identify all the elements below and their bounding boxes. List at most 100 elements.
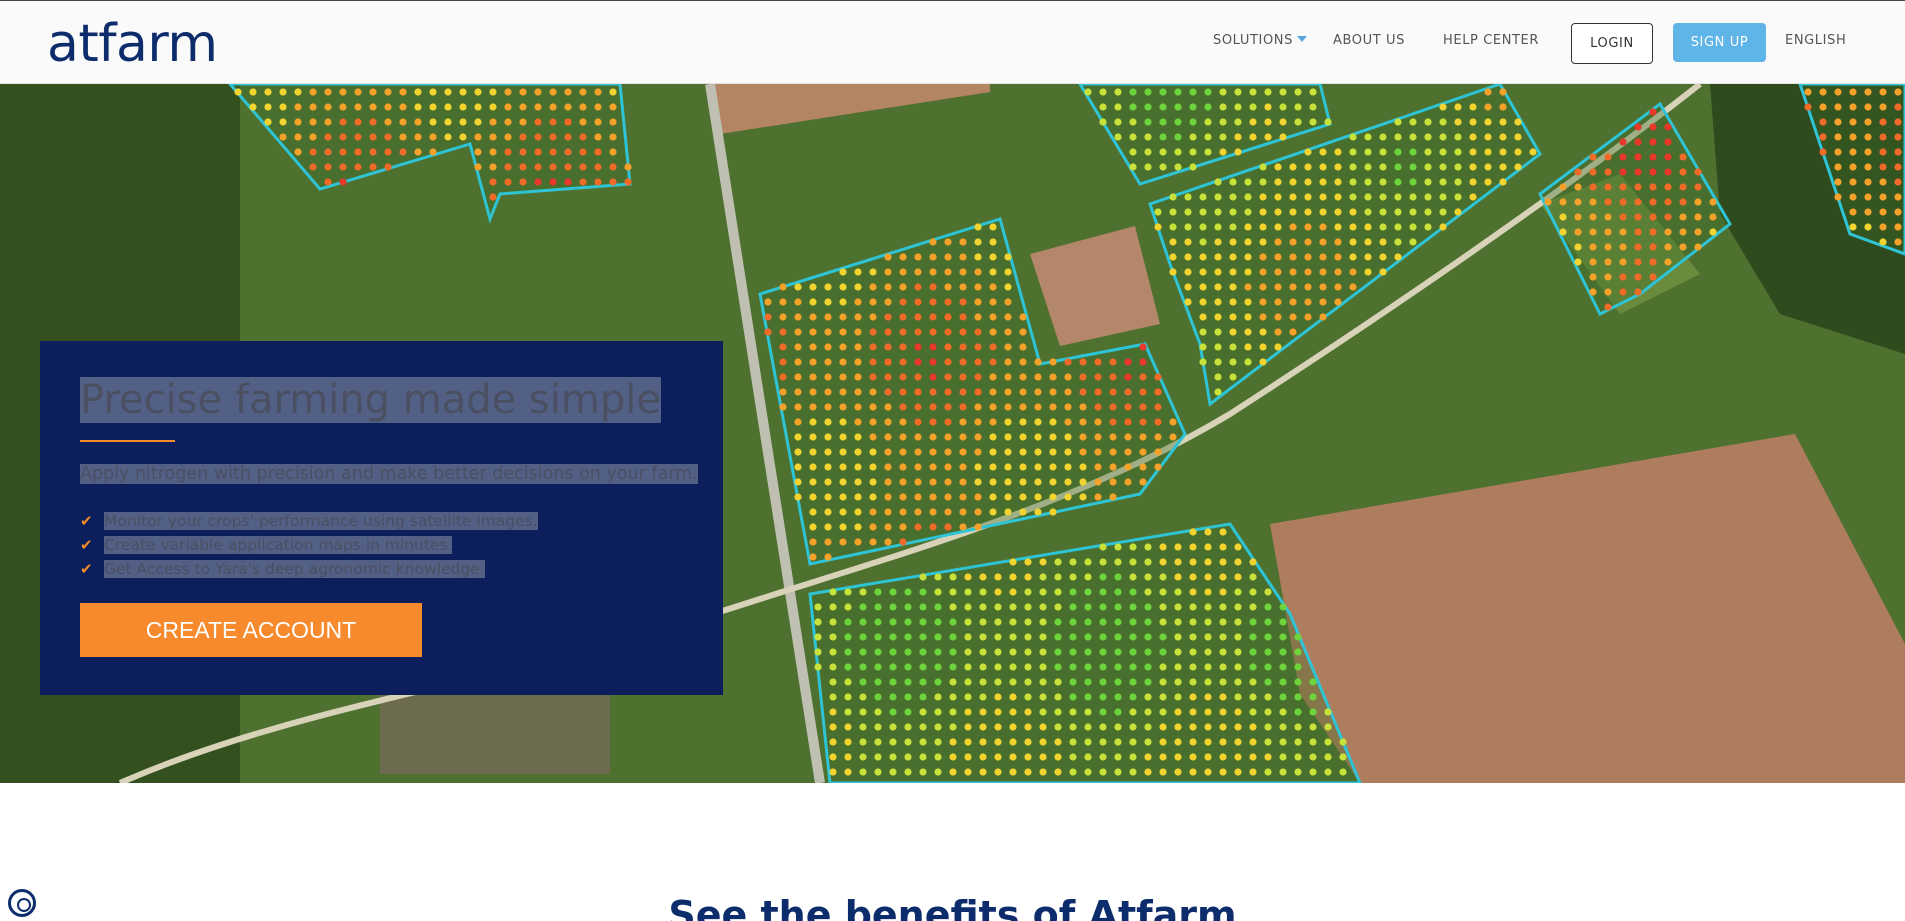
map-dot bbox=[1259, 358, 1267, 366]
map-dot bbox=[1204, 678, 1212, 686]
map-dot bbox=[989, 418, 997, 426]
map-dot bbox=[934, 738, 942, 746]
map-dot bbox=[1249, 133, 1257, 141]
map-dot bbox=[1279, 133, 1287, 141]
map-dot bbox=[1199, 223, 1207, 231]
map-dot bbox=[1439, 193, 1447, 201]
map-dot bbox=[904, 693, 912, 701]
map-dot bbox=[919, 768, 927, 776]
nav-about-us[interactable]: ABOUT US bbox=[1333, 33, 1405, 48]
language-selector[interactable]: ENGLISH bbox=[1785, 33, 1846, 48]
map-dot bbox=[964, 588, 972, 596]
map-dot bbox=[779, 373, 787, 381]
map-dot bbox=[1709, 228, 1717, 236]
map-dot bbox=[824, 373, 832, 381]
map-dot bbox=[1079, 373, 1087, 381]
map-dot bbox=[914, 418, 922, 426]
map-dot bbox=[1339, 738, 1347, 746]
map-dot bbox=[1109, 493, 1117, 501]
map-dot bbox=[1589, 273, 1597, 281]
map-dot bbox=[949, 753, 957, 761]
map-dot bbox=[1004, 313, 1012, 321]
nav-help-center[interactable]: HELP CENTER bbox=[1443, 33, 1539, 48]
nav-solutions[interactable]: SOLUTIONS bbox=[1213, 33, 1307, 48]
map-dot bbox=[919, 693, 927, 701]
map-dot bbox=[1139, 433, 1147, 441]
map-dot bbox=[1424, 178, 1432, 186]
map-dot bbox=[1484, 133, 1492, 141]
map-dot bbox=[294, 148, 302, 156]
map-dot bbox=[1894, 133, 1902, 141]
map-dot bbox=[1289, 238, 1297, 246]
map-dot bbox=[1114, 103, 1122, 111]
map-dot bbox=[1154, 463, 1162, 471]
map-dot bbox=[1439, 178, 1447, 186]
map-dot bbox=[1144, 678, 1152, 686]
map-dot bbox=[829, 618, 837, 626]
map-dot bbox=[1069, 768, 1077, 776]
map-dot bbox=[1004, 418, 1012, 426]
map-dot bbox=[1649, 213, 1657, 221]
map-dot bbox=[1304, 178, 1312, 186]
map-dot bbox=[1094, 358, 1102, 366]
map-dot bbox=[1204, 693, 1212, 701]
map-dot bbox=[1129, 678, 1137, 686]
map-dot bbox=[1024, 603, 1032, 611]
map-dot bbox=[1304, 193, 1312, 201]
map-dot bbox=[1094, 373, 1102, 381]
map-dot bbox=[974, 238, 982, 246]
map-dot bbox=[854, 298, 862, 306]
map-dot bbox=[794, 388, 802, 396]
map-dot bbox=[1279, 618, 1287, 626]
map-dot bbox=[474, 148, 482, 156]
map-dot bbox=[609, 88, 617, 96]
map-dot bbox=[324, 163, 332, 171]
map-dot bbox=[1219, 708, 1227, 716]
map-dot bbox=[1364, 208, 1372, 216]
map-dot bbox=[369, 118, 377, 126]
map-dot bbox=[1034, 418, 1042, 426]
map-dot bbox=[844, 723, 852, 731]
map-dot bbox=[1204, 528, 1212, 536]
map-dot bbox=[1679, 153, 1687, 161]
map-dot bbox=[1469, 148, 1477, 156]
map-dot bbox=[869, 508, 877, 516]
map-dot bbox=[1454, 103, 1462, 111]
signup-button[interactable]: SIGN UP bbox=[1673, 23, 1766, 62]
map-dot bbox=[1264, 708, 1272, 716]
map-dot bbox=[1009, 573, 1017, 581]
map-dot bbox=[874, 603, 882, 611]
benefits-title: See the benefits of Atfarm bbox=[668, 893, 1237, 921]
map-dot bbox=[814, 603, 822, 611]
map-dot bbox=[1589, 213, 1597, 221]
map-dot bbox=[974, 268, 982, 276]
map-dot bbox=[1219, 678, 1227, 686]
map-dot bbox=[1079, 418, 1087, 426]
map-dot bbox=[1264, 693, 1272, 701]
map-dot bbox=[369, 133, 377, 141]
create-account-button[interactable]: CREATE ACCOUNT bbox=[80, 603, 422, 657]
map-dot bbox=[1174, 543, 1182, 551]
map-dot bbox=[1879, 148, 1887, 156]
map-dot bbox=[974, 283, 982, 291]
map-dot bbox=[1174, 588, 1182, 596]
map-dot bbox=[1679, 213, 1687, 221]
map-dot bbox=[1004, 403, 1012, 411]
map-dot bbox=[1204, 543, 1212, 551]
map-dot bbox=[1039, 723, 1047, 731]
map-dot bbox=[429, 148, 437, 156]
map-dot bbox=[1154, 388, 1162, 396]
map-dot bbox=[1649, 228, 1657, 236]
atfarm-logo[interactable]: atfarm bbox=[47, 9, 218, 79]
map-dot bbox=[1324, 753, 1332, 761]
map-dot bbox=[1309, 693, 1317, 701]
map-dot bbox=[594, 163, 602, 171]
map-dot bbox=[1294, 633, 1302, 641]
map-dot bbox=[1249, 693, 1257, 701]
map-dot bbox=[459, 103, 467, 111]
map-dot bbox=[1054, 603, 1062, 611]
map-dot bbox=[1484, 178, 1492, 186]
login-button[interactable]: LOGIN bbox=[1571, 23, 1653, 64]
map-dot bbox=[1294, 648, 1302, 656]
map-dot bbox=[914, 403, 922, 411]
